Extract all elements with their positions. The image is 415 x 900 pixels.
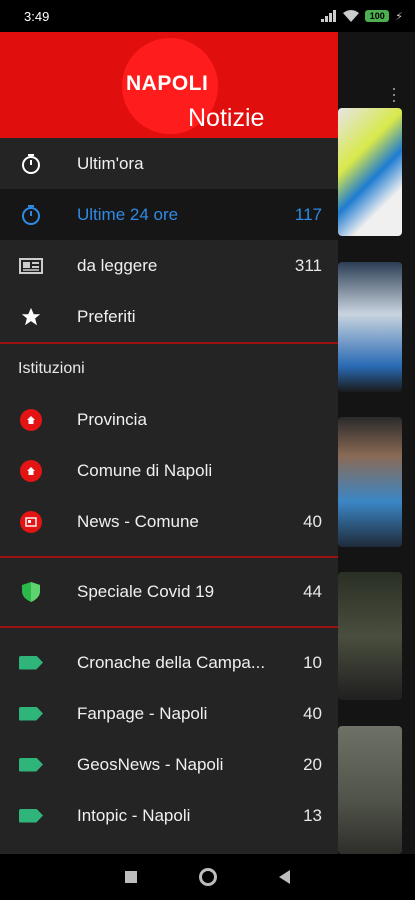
- home-badge-icon: [18, 407, 44, 433]
- section-divider: [0, 626, 338, 628]
- feed-image: [338, 262, 402, 392]
- feed-image: [338, 108, 402, 236]
- menu-item-news-comune[interactable]: News - Comune 40: [0, 496, 338, 547]
- home-button[interactable]: [199, 868, 217, 886]
- tag-icon: [18, 803, 44, 829]
- logo-napoli-text: NAPOLI: [126, 72, 209, 95]
- menu-item-label: News - Comune: [77, 511, 199, 531]
- menu-item-ultime-24-ore[interactable]: Ultime 24 ore 117: [0, 189, 338, 240]
- menu-item-count: 44: [303, 581, 322, 601]
- back-button[interactable]: [279, 870, 290, 884]
- news-badge-icon: [18, 509, 44, 535]
- menu-item-label: Preferiti: [77, 306, 136, 326]
- menu-item-label: da leggere: [77, 255, 158, 275]
- feed-image: [338, 726, 402, 854]
- menu-item-label: Ultime 24 ore: [77, 204, 179, 224]
- status-icons: 100 ⚡: [321, 10, 403, 23]
- menu-item-label: Ultim'ora: [77, 153, 144, 173]
- home-badge-icon: [18, 458, 44, 484]
- menu-item-count: 40: [303, 703, 322, 723]
- menu-item-count: 311: [294, 255, 322, 275]
- background-feed: · · ·: [338, 32, 415, 854]
- section-title-istituzioni: Istituzioni: [18, 360, 85, 377]
- signal-icon: [321, 10, 337, 22]
- tag-icon: [18, 650, 44, 676]
- feed-image: [338, 417, 402, 547]
- menu-item-count: 20: [303, 754, 322, 774]
- menu-item-source[interactable]: Cronache della Campa... 10: [0, 637, 338, 688]
- menu-item-label: Cronache della Campa...: [77, 652, 266, 672]
- feed-image: [338, 572, 402, 700]
- menu-item-ultimora[interactable]: Ultim'ora: [0, 138, 338, 189]
- logo-notizie-text: Notizie: [188, 104, 265, 132]
- menu-item-speciale-covid[interactable]: Speciale Covid 19 44: [0, 566, 338, 617]
- recents-button[interactable]: [125, 871, 137, 883]
- menu-item-preferiti[interactable]: Preferiti: [0, 291, 338, 342]
- section-divider: [0, 556, 338, 558]
- stopwatch-icon: [18, 202, 44, 228]
- menu-item-source[interactable]: Fanpage - Napoli 40: [0, 688, 338, 739]
- shield-icon: [18, 579, 44, 605]
- menu-item-comune-di-napoli[interactable]: Comune di Napoli: [0, 445, 338, 496]
- menu-item-label: Speciale Covid 19: [77, 581, 215, 601]
- newspaper-icon: [18, 253, 44, 279]
- menu-item-label: Comune di Napoli: [77, 460, 213, 480]
- menu-item-source[interactable]: GeosNews - Napoli 20: [0, 739, 338, 790]
- system-nav-bar: [0, 854, 415, 900]
- status-bar: 3:49 100 ⚡: [0, 0, 415, 32]
- wifi-icon: [343, 10, 360, 22]
- menu-item-source[interactable]: Intopic - Napoli 13: [0, 790, 338, 841]
- battery-icon: 100: [365, 10, 390, 22]
- menu-item-count: 10: [303, 652, 322, 672]
- menu-item-label: GeosNews - Napoli: [77, 754, 224, 774]
- charging-icon: ⚡: [395, 10, 403, 23]
- menu-item-provincia[interactable]: Provincia: [0, 394, 338, 445]
- menu-item-count: 13: [303, 805, 322, 825]
- menu-item-label: Provincia: [77, 409, 147, 429]
- menu-item-label: Intopic - Napoli: [77, 805, 191, 825]
- star-icon: [18, 304, 44, 330]
- overflow-menu-icon[interactable]: · · ·: [391, 79, 397, 109]
- menu-item-count: 40: [303, 511, 322, 531]
- menu-item-label: Fanpage - Napoli: [77, 703, 208, 723]
- stopwatch-icon: [18, 151, 44, 177]
- status-time: 3:49: [24, 8, 50, 24]
- menu-item-da-leggere[interactable]: da leggere 311: [0, 240, 338, 291]
- menu-item-count: 117: [294, 204, 322, 224]
- drawer-header: NAPOLI Notizie: [0, 32, 338, 138]
- tag-icon: [18, 752, 44, 778]
- navigation-drawer: NAPOLI Notizie Ultim'ora Ultime 24 ore 1…: [0, 32, 338, 854]
- tag-icon: [18, 701, 44, 727]
